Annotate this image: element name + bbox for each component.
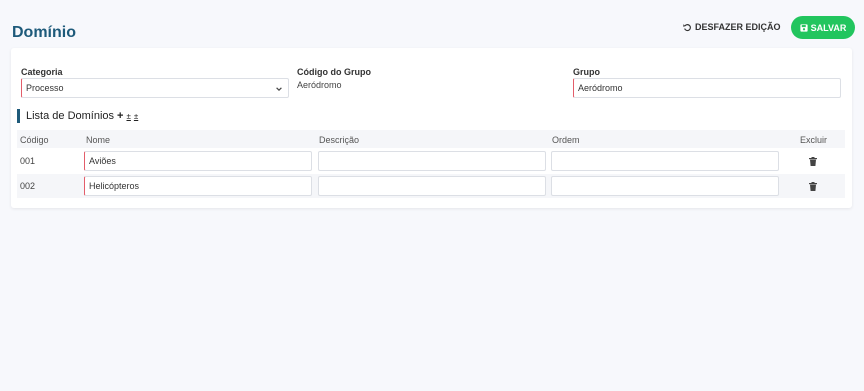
descricao-input[interactable]: [318, 151, 546, 171]
undo-icon: [683, 23, 691, 31]
domain-list-header: Lista de Domínios + ± ±: [17, 109, 138, 123]
column-header-ordem: Ordem: [552, 135, 580, 145]
upload-icon[interactable]: ±: [134, 112, 138, 121]
column-header-nome: Nome: [86, 135, 111, 145]
chevron-down-icon: [276, 87, 282, 92]
download-icon[interactable]: ±: [126, 112, 130, 121]
codigo-grupo-value: Aeródromo: [297, 80, 342, 90]
save-icon: [800, 23, 808, 32]
save-label: SALVAR: [810, 22, 847, 33]
column-header-descricao: Descrição: [319, 135, 360, 145]
row-codigo: 001: [20, 156, 36, 166]
ordem-input[interactable]: [551, 176, 779, 196]
row-codigo: 002: [20, 181, 36, 191]
grupo-label: Grupo: [573, 67, 600, 77]
undo-edit-button[interactable]: DESFAZER EDIÇÃO: [683, 22, 781, 32]
domain-list-title: Lista de Domínios: [26, 110, 115, 122]
trash-icon[interactable]: [809, 182, 817, 191]
undo-edit-label: DESFAZER EDIÇÃO: [695, 22, 781, 32]
nome-value: Aviões: [89, 156, 116, 166]
categoria-label: Categoria: [21, 67, 63, 77]
descricao-input[interactable]: [318, 176, 546, 196]
add-domain-button[interactable]: +: [117, 110, 123, 122]
nome-input[interactable]: Aviões: [84, 151, 312, 171]
grupo-value: Aeródromo: [578, 83, 623, 93]
column-header-codigo: Código: [20, 135, 49, 145]
domain-card: Categoria Processo Código do Grupo Aeród…: [11, 48, 852, 208]
grupo-field[interactable]: Aeródromo: [573, 78, 841, 98]
column-header-excluir: Excluir: [800, 135, 828, 145]
save-button[interactable]: SALVAR: [791, 16, 855, 39]
ordem-input[interactable]: [551, 151, 779, 171]
codigo-grupo-label: Código do Grupo: [297, 67, 371, 77]
page-title: Domínio: [12, 24, 76, 41]
categoria-value: Processo: [26, 83, 64, 93]
nome-value: Helicópteros: [89, 181, 140, 191]
nome-input[interactable]: Helicópteros: [84, 176, 312, 196]
categoria-select[interactable]: Processo: [21, 78, 289, 98]
trash-icon[interactable]: [809, 157, 817, 166]
table-header: Código Nome Descrição Ordem Excluir: [17, 130, 845, 148]
